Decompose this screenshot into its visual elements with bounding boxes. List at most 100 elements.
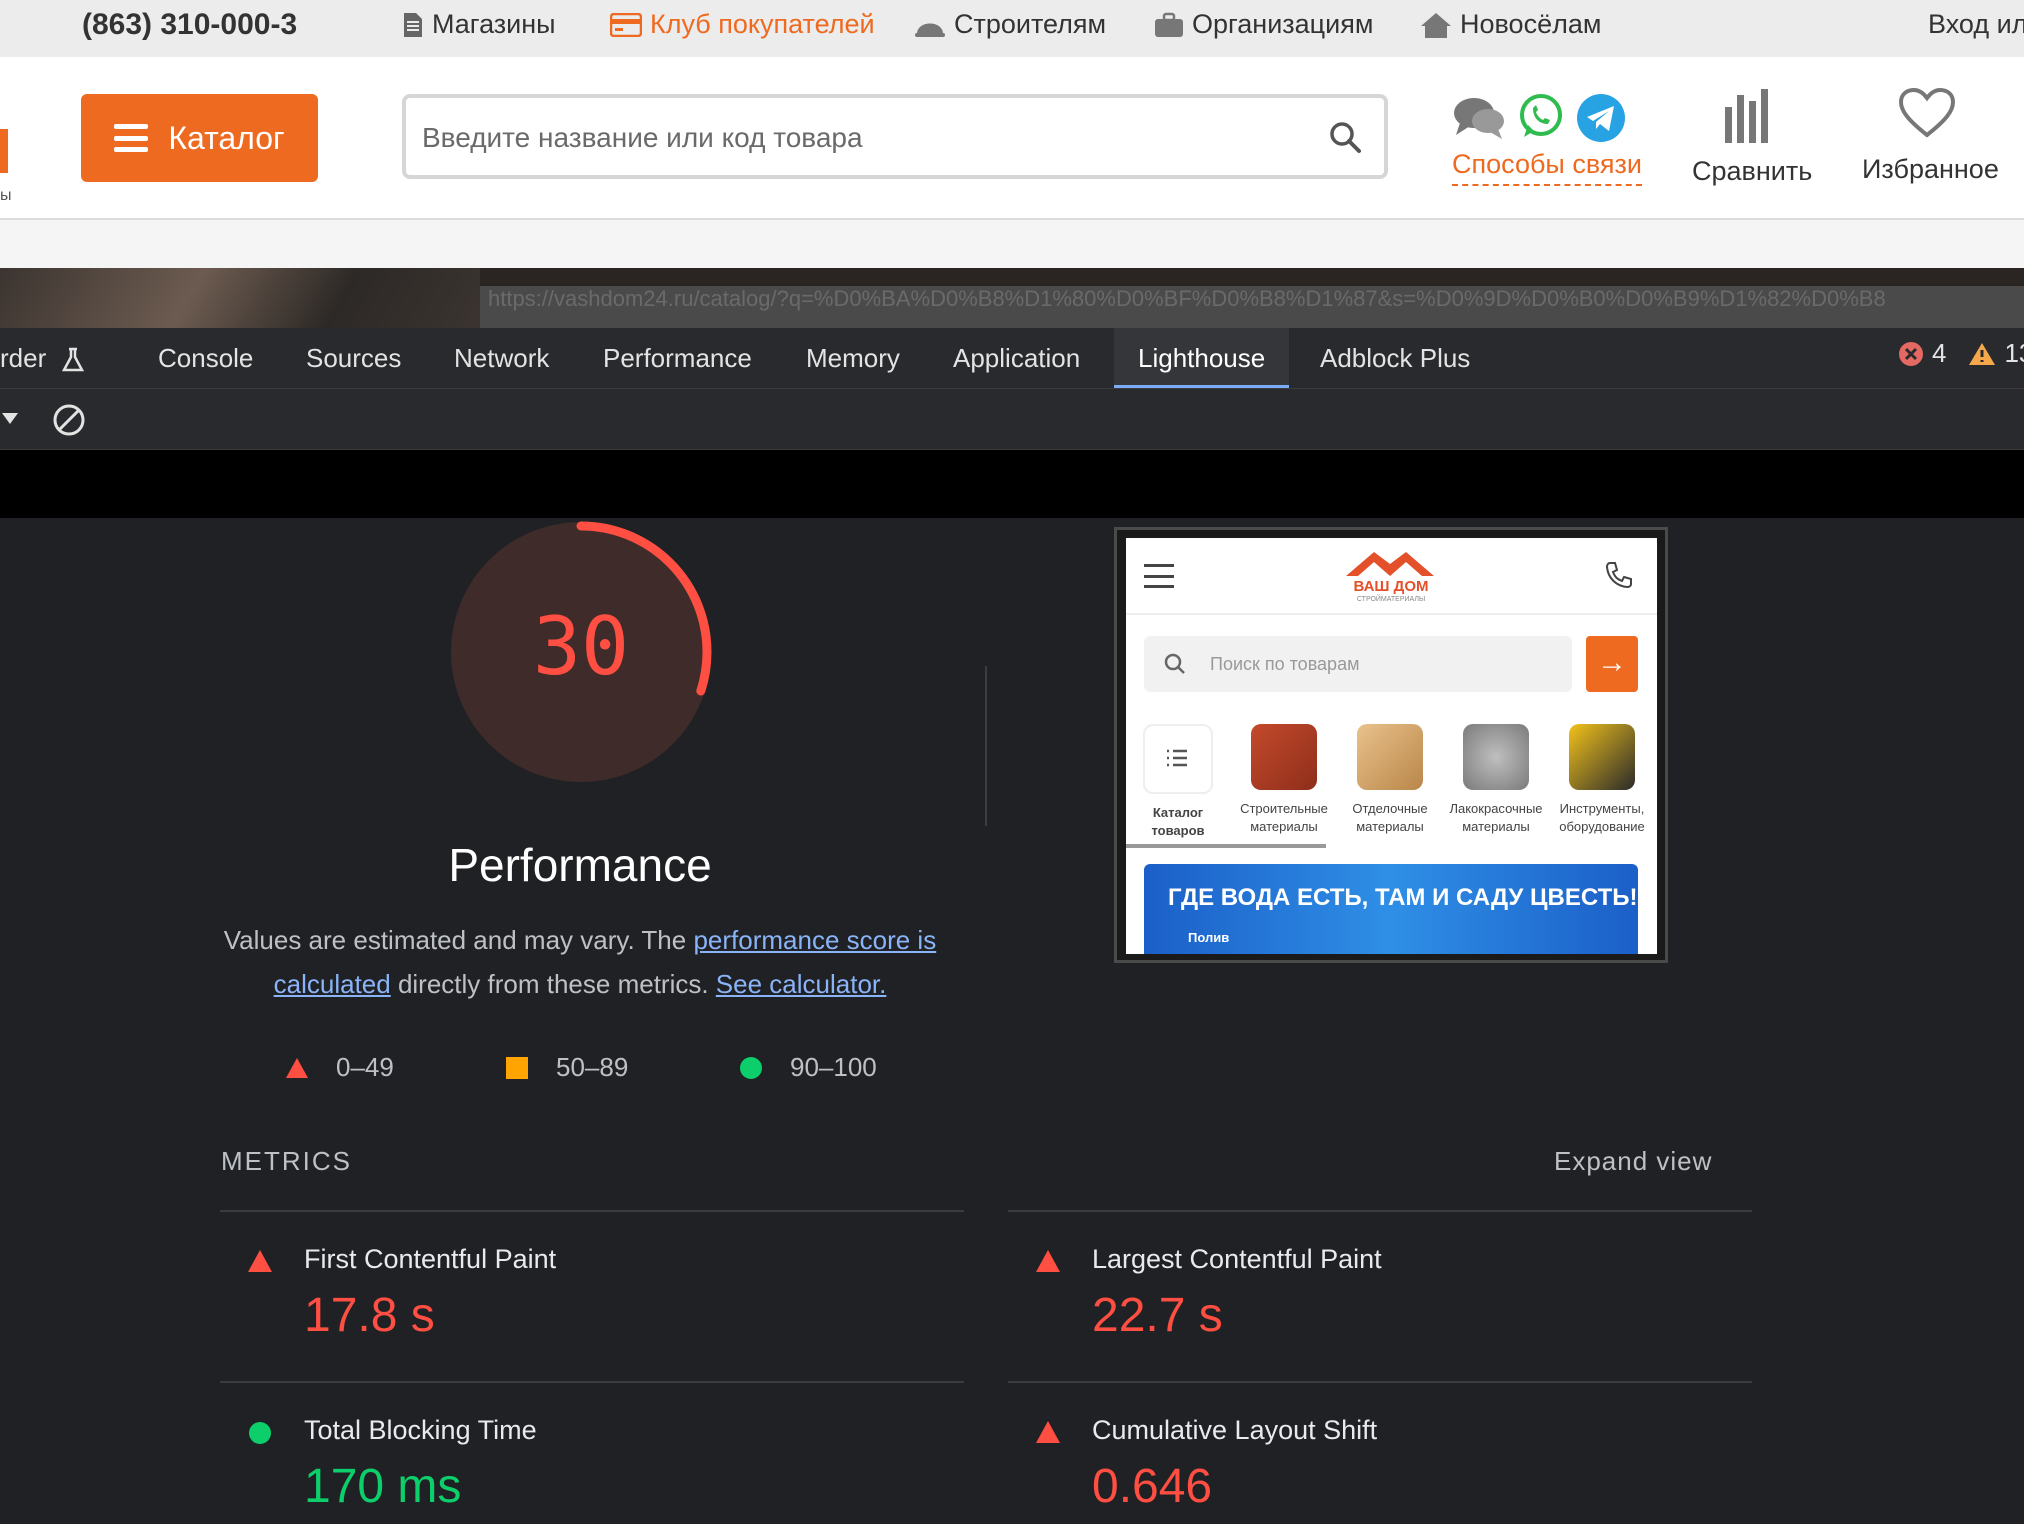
nav-new-settlers[interactable]: Новосёлам [1420, 9, 1601, 40]
thumb-category-line1: Лакокрасочные [1449, 801, 1543, 816]
banner-image [0, 268, 480, 328]
tab-sources[interactable]: Sources [306, 328, 401, 388]
metric-label: Largest Contentful Paint [1092, 1244, 1382, 1274]
telegram-icon[interactable] [1576, 93, 1626, 143]
metric-value: 17.8 s [304, 1289, 435, 1342]
chat-icon[interactable] [1452, 93, 1506, 141]
dropdown-arrow-icon[interactable] [2, 411, 18, 425]
thumb-bricks-image [1251, 724, 1317, 790]
thumb-category: Инструменты, оборудование [1552, 724, 1652, 836]
thumb-category: Отделочные материалы [1340, 724, 1440, 836]
metric-value: 0.646 [1092, 1460, 1213, 1513]
triangle-icon [286, 1057, 308, 1078]
triangle-icon [248, 1250, 272, 1272]
search-icon[interactable] [1328, 120, 1362, 154]
report-top-bar [0, 450, 2024, 518]
nav-organizations[interactable]: Организациям [1154, 9, 1373, 40]
thumb-category-line2: материалы [1250, 819, 1318, 834]
site-header: ы Каталог Способы связи Сравнить Избранн… [0, 57, 2024, 220]
lighthouse-report [0, 518, 2024, 1524]
expand-view-toggle[interactable]: Expand view [1554, 1146, 1712, 1177]
house-icon [1421, 12, 1451, 38]
nav-builders-label: Строителям [954, 9, 1107, 39]
nav-stores[interactable]: Магазины [402, 9, 556, 40]
devtools-toolbar [0, 389, 2024, 450]
tab-network[interactable]: Network [454, 328, 549, 388]
legend-pass-label: 90–100 [790, 1052, 877, 1082]
tab-application[interactable]: Application [953, 328, 1080, 388]
hero-banner: https://vashdom24.ru/catalog/?q=%D0%BA%D… [0, 268, 2024, 328]
legend-fail-label: 0–49 [336, 1052, 394, 1082]
tab-performance[interactable]: Performance [603, 328, 752, 388]
metric-rule [220, 1210, 964, 1212]
category-title: Performance [448, 839, 712, 891]
favorites-button[interactable]: Избранное [1862, 87, 1999, 185]
thumb-logo-icon [1346, 552, 1434, 576]
metric-value: 170 ms [304, 1460, 462, 1513]
thumb-arrow-icon: → [1586, 636, 1638, 692]
compare-label: Сравнить [1692, 156, 1813, 186]
issues-counter[interactable]: 4 13 [1898, 338, 2024, 369]
whatsapp-icon[interactable] [1518, 93, 1564, 141]
final-screenshot[interactable]: ВАШ ДОМ СТРОЙМАТЕРИАЛЫ Поиск по товарам … [1126, 538, 1657, 954]
thumb-promo-sub: Полив [1188, 930, 1230, 945]
catalog-button[interactable]: Каталог [81, 94, 318, 182]
search-box [402, 94, 1388, 179]
warning-count: 13 [2004, 338, 2024, 368]
contact-methods-link[interactable]: Способы связи [1452, 149, 1642, 186]
login-link[interactable]: Вход или [1928, 9, 2024, 40]
thumb-category-line1: Каталог [1152, 805, 1204, 820]
devtools-tab-bar: rder Console Sources Network Performance… [0, 328, 2024, 389]
thumb-paint-image [1463, 724, 1529, 790]
thumb-brand: ВАШ ДОМ [1353, 578, 1429, 595]
thumb-category-line2: оборудование [1559, 819, 1645, 834]
circle-icon [740, 1056, 762, 1079]
heart-icon [1898, 87, 1956, 138]
report-divider [985, 666, 987, 826]
clear-icon[interactable] [52, 403, 86, 437]
see-calculator-link[interactable]: See calculator. [716, 969, 887, 999]
metric-label: First Contentful Paint [304, 1244, 557, 1274]
nav-buyers-club[interactable]: Клуб покупателей [610, 9, 875, 40]
catalog-button-label: Каталог [168, 119, 285, 156]
tab-memory[interactable]: Memory [806, 328, 900, 388]
thumb-header: ВАШ ДОМ СТРОЙМАТЕРИАЛЫ [1126, 538, 1657, 615]
thumb-search-placeholder: Поиск по товарам [1210, 654, 1360, 674]
document-icon [404, 12, 422, 37]
triangle-icon [1036, 1421, 1060, 1443]
thumb-search: Поиск по товарам [1144, 636, 1572, 692]
thumb-category-line1: Строительные [1240, 801, 1328, 816]
briefcase-icon [1155, 12, 1183, 37]
tab-recorder[interactable]: rder [0, 328, 85, 388]
card-icon [610, 12, 642, 37]
triangle-icon [1036, 1250, 1060, 1272]
menu-icon [114, 124, 149, 152]
logo-caption: ы [0, 187, 12, 204]
thumb-category-line1: Отделочные [1352, 801, 1428, 816]
legend-average: 50–89 [506, 1052, 628, 1083]
legend-pass: 90–100 [740, 1052, 877, 1083]
thumb-search-icon [1164, 653, 1185, 674]
phone-number[interactable]: (863) 310-000-3 [82, 8, 297, 42]
logo[interactable] [0, 129, 8, 173]
legend-average-label: 50–89 [556, 1052, 629, 1082]
thumb-category: Строительные материалы [1234, 724, 1334, 836]
helmet-icon [915, 23, 945, 37]
desc-text: Values are estimated and may vary. The [223, 925, 694, 955]
thumb-list-icon [1143, 724, 1213, 794]
tab-console[interactable]: Console [158, 328, 253, 388]
desc-text-middle: directly from these metrics. [390, 969, 716, 999]
nav-stores-label: Магазины [432, 9, 556, 39]
status-url-overlay: https://vashdom24.ru/catalog/?q=%D0%BA%D… [480, 286, 2024, 328]
search-input[interactable] [420, 98, 1304, 177]
tab-lighthouse[interactable]: Lighthouse [1114, 328, 1290, 388]
metric-value: 22.7 s [1092, 1289, 1223, 1342]
thumb-scroll-indicator [1126, 844, 1326, 848]
compare-button[interactable]: Сравнить [1692, 87, 1813, 187]
nav-builders[interactable]: Строителям [914, 9, 1106, 40]
circle-icon [249, 1422, 271, 1444]
thumb-drill-image [1569, 724, 1635, 790]
thumb-category: Каталог товаров [1128, 724, 1228, 840]
tab-adblock-plus[interactable]: Adblock Plus [1320, 328, 1470, 388]
thumb-category-line2: материалы [1356, 819, 1424, 834]
